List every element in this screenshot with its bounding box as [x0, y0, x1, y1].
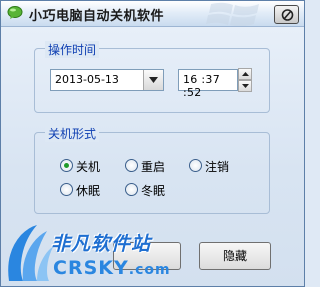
arrow-down-icon	[242, 84, 249, 88]
watermark-en-text: CRSKY.com	[53, 257, 171, 279]
radio-label: 休眠	[76, 184, 101, 198]
title-bar[interactable]: 小巧电脑自动关机软件	[1, 1, 304, 27]
app-window: 小巧电脑自动关机软件 操作时间 2013-05-13 16 :37 :52 关机…	[0, 0, 305, 287]
radio-circle	[60, 159, 73, 172]
window-title: 小巧电脑自动关机软件	[29, 9, 165, 24]
radio-circle	[125, 183, 138, 196]
chevron-down-icon	[149, 77, 158, 83]
radio-label: 重启	[141, 160, 166, 174]
windows-logo-icon	[206, 2, 259, 26]
date-value: 2013-05-13	[55, 73, 119, 86]
shutdown-mode-label: 关机形式	[45, 125, 100, 142]
arrow-up-icon	[242, 72, 249, 76]
operation-time-label: 操作时间	[45, 41, 100, 58]
watermark-suffix: .com	[128, 262, 171, 278]
crsky-logo-icon	[8, 225, 53, 281]
date-dropdown-button[interactable]	[143, 70, 163, 90]
date-picker[interactable]: 2013-05-13	[50, 69, 164, 91]
spin-up-button[interactable]	[238, 68, 252, 80]
time-spinner[interactable]	[238, 68, 252, 92]
close-icon	[281, 9, 294, 21]
radio-label: 冬眠	[141, 184, 166, 198]
watermark-cn-text: 非凡软件站	[51, 233, 152, 255]
time-value: 16 :37 :52	[183, 73, 220, 99]
watermark: 非凡软件站 CRSKY.com	[1, 223, 181, 287]
radio-circle	[60, 183, 73, 196]
radio-circle	[189, 159, 202, 172]
close-button[interactable]	[274, 5, 299, 24]
radio-circle	[125, 159, 138, 172]
time-input[interactable]: 16 :37 :52	[178, 69, 238, 99]
app-icon	[7, 6, 23, 19]
radio-selected-dot	[64, 163, 69, 168]
hide-button[interactable]: 隐藏	[199, 242, 271, 270]
spin-down-button[interactable]	[238, 80, 252, 92]
radio-label: 注销	[205, 160, 230, 174]
watermark-brand: CRSKY	[53, 257, 129, 279]
radio-label: 关机	[76, 160, 101, 174]
